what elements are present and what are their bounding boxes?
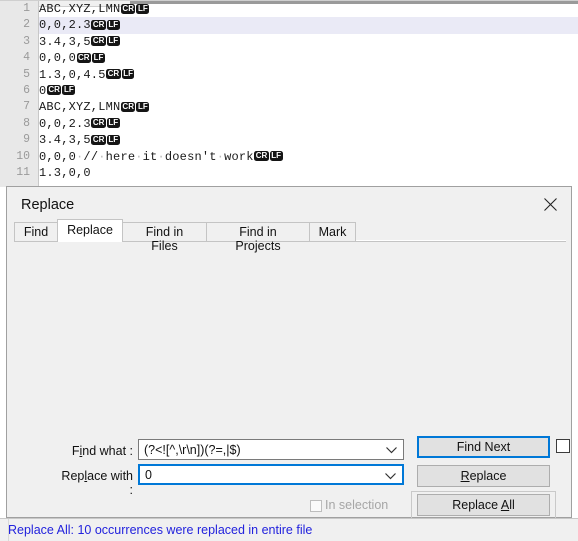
chevron-down-icon[interactable] <box>381 466 399 485</box>
eol-marker: CR <box>91 134 106 145</box>
eol-marker: LF <box>106 36 120 47</box>
eol-marker: CR <box>91 36 106 47</box>
eol-marker: LF <box>269 151 283 162</box>
line-number: 11 <box>16 165 30 179</box>
eol-marker: LF <box>62 85 76 96</box>
replace-label: Replace <box>460 469 507 483</box>
code-line[interactable]: 3 3.4,3,5 CR LF <box>23 34 578 50</box>
tab-label: Find <box>23 225 49 239</box>
code-line[interactable]: 8 0,0,2.3 CR LF <box>23 116 578 132</box>
text-editor[interactable]: 1 ABC,XYZ,LMN CR LF 2 0,0,2.3 CR LF 3 3.4,3,5 CR LF… <box>0 0 578 187</box>
tab-find[interactable]: Find <box>14 222 58 241</box>
line-number: 7 <box>23 100 30 114</box>
eol-marker: CR <box>91 118 106 129</box>
status-bar: Replace All: 10 occurrences were replace… <box>0 518 578 541</box>
code-line[interactable]: 7 ABC,XYZ,LMN CR LF <box>23 99 578 115</box>
eol-marker: CR <box>120 101 136 112</box>
status-message: Replace All: 10 occurrences were replace… <box>8 523 313 537</box>
eol-marker: LF <box>121 69 135 80</box>
line-number: 10 <box>16 149 30 163</box>
checkbox-box <box>310 500 322 512</box>
code-line[interactable]: 10 0,0,0·//·here·it·doesn't·work CR LF <box>16 149 578 165</box>
eol-marker: CR <box>120 3 136 14</box>
close-icon[interactable] <box>533 191 567 217</box>
code-line[interactable]: 9 3.4,3,5 CR LF <box>23 132 578 148</box>
eol-marker: CR <box>46 85 62 96</box>
line-number: 3 <box>23 34 30 48</box>
line-number: 9 <box>23 133 30 147</box>
replace-button[interactable]: Replace <box>417 465 550 487</box>
eol-marker: CR <box>254 151 269 162</box>
line-number: 2 <box>23 18 30 32</box>
tab-bar[interactable]: Find Replace Find in Files Find in Projects… <box>14 219 566 253</box>
dialog-title: Replace <box>21 197 75 213</box>
tab-find-in-projects[interactable]: Find in Projects <box>206 222 310 253</box>
find-what-value: (?<![^,\r\n])(?=,|$) <box>144 443 241 457</box>
in-selection-label: In selection <box>325 498 389 512</box>
eol-marker: CR <box>91 19 106 30</box>
code-line[interactable]: 6 0 CR LF <box>23 83 578 99</box>
chevron-down-icon[interactable] <box>382 440 400 459</box>
code-line-text: 1.3,0,4.5 CR LF <box>39 67 135 82</box>
eol-marker: LF <box>106 134 120 145</box>
code-line-text: 0,0,0 CR LF <box>39 51 105 66</box>
tab-mark[interactable]: Mark <box>309 222 356 241</box>
eol-marker: LF <box>136 3 150 14</box>
replace-dialog: Replace Find Replace Find in Files Find in … <box>6 186 572 541</box>
code-line-text: 1.3,0,0 <box>39 165 91 180</box>
code-area[interactable]: 1 ABC,XYZ,LMN CR LF 2 0,0,2.3 CR LF 3 3.4,3,5 CR LF… <box>16 1 578 186</box>
code-line-text: 0 CR LF <box>39 83 76 98</box>
code-line-text: 3.4,3,5 CR LF <box>39 34 120 49</box>
replace-with-value: 0 <box>145 468 152 482</box>
code-line-text: 3.4,3,5 CR LF <box>39 133 120 148</box>
checkbox-box <box>556 439 570 453</box>
replace-with-label: Replace with : <box>61 469 133 497</box>
code-line[interactable]: 1 ABC,XYZ,LMN CR LF <box>23 1 578 17</box>
code-line-text: ABC,XYZ,LMN CR LF <box>39 100 150 115</box>
eol-marker: LF <box>136 101 150 112</box>
line-number: 4 <box>23 51 30 65</box>
line-number: 6 <box>23 83 30 97</box>
code-line[interactable]: 2 0,0,2.3 CR LF <box>23 17 578 34</box>
eol-marker: LF <box>106 19 120 30</box>
line-number: 5 <box>23 67 30 81</box>
find-next-button[interactable]: Find Next <box>417 436 550 458</box>
tab-replace[interactable]: Replace <box>57 219 123 242</box>
code-line-text: 0,0,2.3 CR LF <box>39 116 120 131</box>
code-line[interactable]: 5 1.3,0,4.5 CR LF <box>23 67 578 83</box>
tab-label: Replace <box>67 223 113 237</box>
find-what-label: Find what : <box>71 444 133 458</box>
tab-label: Mark <box>318 225 347 239</box>
eol-marker: LF <box>106 118 120 129</box>
tab-label: Find in Files <box>145 225 184 253</box>
replace-all-button[interactable]: Replace All <box>417 494 550 516</box>
find-what-input[interactable]: (?<![^,\r\n])(?=,|$) <box>138 439 404 460</box>
replace-with-input[interactable]: 0 <box>138 464 404 485</box>
code-line-text: 0,0,0·//·here·it·doesn't·work CR LF <box>39 149 283 164</box>
eol-marker: CR <box>106 69 121 80</box>
eol-marker: LF <box>92 52 105 63</box>
eol-marker: CR <box>76 52 92 63</box>
code-line-text: ABC,XYZ,LMN CR LF <box>39 2 150 16</box>
code-line[interactable]: 4 0,0,0 CR LF <box>23 50 578 66</box>
code-line[interactable]: 11 1.3,0,0 <box>16 165 578 181</box>
code-line-text: 0,0,2.3 CR LF <box>39 17 120 34</box>
replace-all-label: Replace All <box>452 498 515 512</box>
line-number: 1 <box>23 2 30 15</box>
tab-find-in-files[interactable]: Find in Files <box>122 222 207 253</box>
tab-label: Find in Projects <box>235 225 281 253</box>
line-number: 8 <box>23 116 30 130</box>
find-next-label: Find Next <box>456 440 511 454</box>
